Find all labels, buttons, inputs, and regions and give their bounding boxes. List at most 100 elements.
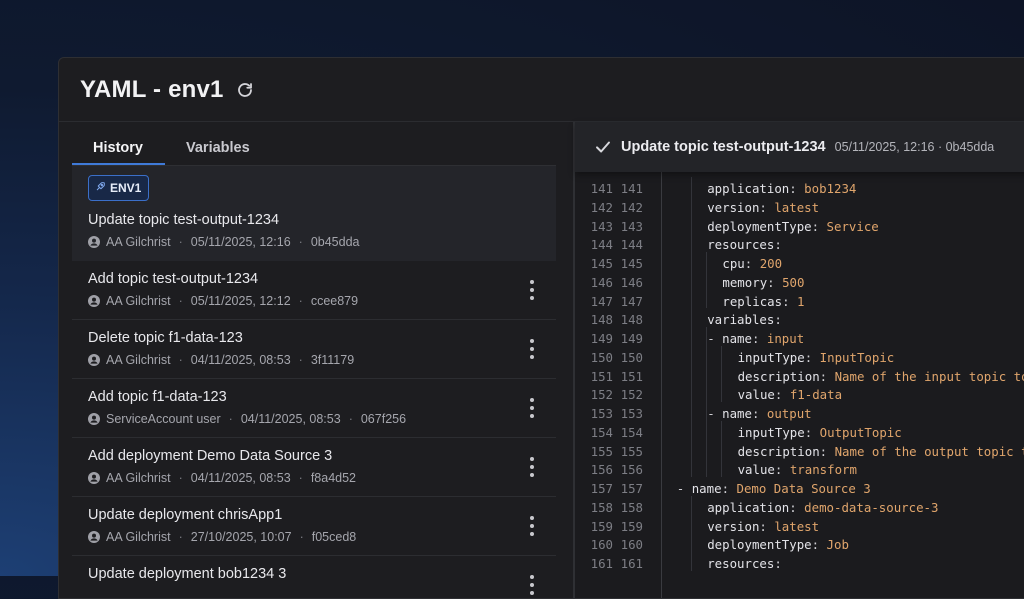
code-line: 150 150 inputType: InputTopic (575, 348, 1024, 367)
more-options-icon[interactable] (528, 339, 536, 359)
code-text: deploymentType: Job (707, 537, 849, 553)
item-meta: ServiceAccount user · 04/11/2025, 08:53 · … (88, 412, 406, 426)
code-text: memory: 500 (722, 274, 805, 290)
yaml-value: Name of the output topic to (827, 443, 1024, 459)
tab-bar: History Variables (72, 122, 556, 166)
line-number-new: 160 (620, 537, 643, 553)
code-line: 156 156 value: transform (575, 460, 1024, 479)
tab-history[interactable]: History (93, 140, 143, 156)
refresh-icon[interactable] (236, 81, 254, 99)
more-options-icon[interactable] (528, 575, 536, 595)
item-hash: 3f11179 (310, 353, 355, 367)
yaml-value: Service (819, 218, 879, 234)
yaml-key: deploymentType (707, 537, 812, 553)
yaml-key: inputType (737, 424, 805, 440)
more-options-icon[interactable] (528, 280, 536, 300)
code-line: 152 152 value: f1-data (575, 385, 1024, 404)
item-meta: AA Gilchrist · 04/11/2025, 08:53 · 3f11179 (88, 353, 354, 367)
yaml-value: 1 (789, 293, 805, 309)
code-text: resources: (707, 556, 782, 571)
yaml-value: OutputTopic (812, 424, 902, 440)
line-number-new: 151 (620, 368, 643, 384)
yaml-value: latest (766, 199, 820, 215)
item-hash: 0b45dda (310, 235, 360, 249)
yaml-value: input (759, 331, 805, 346)
more-options-icon[interactable] (528, 516, 536, 536)
item-author: AA Gilchrist (106, 235, 171, 249)
line-number-new: 161 (620, 556, 643, 571)
code-line: 151 151 description: Name of the input top… (575, 367, 1024, 386)
yaml-value: 500 (774, 274, 805, 290)
yaml-value: latest (766, 518, 820, 534)
user-icon (88, 472, 100, 484)
tab-variables[interactable]: Variables (186, 140, 250, 156)
line-number-new: 143 (620, 218, 643, 234)
item-date: 05/11/2025, 12:12 (190, 294, 291, 308)
code-text: version: latest (707, 199, 820, 215)
code-line: 158 158 application: demo-data-source-3 (575, 498, 1024, 517)
yaml-key: resources (707, 556, 775, 571)
list-item[interactable]: Add deployment Demo Data Source 3 AA Gil… (72, 438, 556, 497)
code-text: - name: output (707, 406, 812, 421)
code-line: 144 144 resources: (575, 235, 1024, 254)
line-number-new: 156 (620, 462, 643, 478)
code-text: description: Name of the input topic to … (738, 367, 1024, 386)
line-number-old: 143 (590, 218, 613, 234)
env-badge-label: ENV1 (110, 181, 142, 195)
code-line: 146 146 memory: 500 (575, 273, 1024, 292)
yaml-key: version (707, 518, 760, 534)
line-number-old: 156 (590, 462, 613, 478)
item-author: AA Gilchrist (106, 530, 171, 544)
yaml-value: 200 (752, 256, 783, 271)
item-hash: 067f256 (360, 412, 407, 426)
yaml-key: description (737, 443, 820, 459)
yaml-key: cpu (722, 256, 745, 271)
item-title: Update topic test-output-1234 (88, 212, 280, 228)
item-date: 27/10/2025, 10:07 (190, 530, 292, 544)
line-number-old: 158 (590, 499, 613, 515)
item-author: AA Gilchrist (106, 294, 171, 308)
code-line: 161 161 resources: (575, 554, 1024, 573)
line-number-new: 148 (620, 312, 643, 328)
page-title: YAML - env1 (80, 75, 224, 103)
list-item[interactable]: Add topic test-output-1234 AA Gilchrist ·… (72, 261, 556, 320)
code-line: 145 145 cpu: 200 (575, 254, 1024, 273)
rocket-icon (95, 179, 106, 197)
line-number-old: 160 (590, 537, 613, 553)
code-line: 149 149 - name: input (575, 329, 1024, 348)
code-line: 141 141 application: bob1234 (575, 179, 1024, 198)
item-title: Add deployment Demo Data Source 3 (88, 448, 333, 464)
yaml-key: resources (707, 237, 775, 253)
line-number-new: 152 (620, 387, 643, 403)
code-text: replicas: 1 (722, 293, 805, 309)
list-item[interactable]: Update deployment bob1234 3 (72, 556, 556, 598)
page-header: YAML - env1 (59, 58, 1024, 122)
user-icon (88, 413, 100, 425)
line-number-new: 145 (620, 256, 643, 271)
code-text: resources: (707, 237, 782, 253)
yaml-key: inputType (737, 349, 805, 365)
code-line: 159 159 version: latest (575, 517, 1024, 536)
yaml-window: YAML - env1 History Variables ENV1 Updat… (58, 57, 1024, 599)
code-text: deploymentType: Service (707, 218, 879, 234)
item-date: 05/11/2025, 12:16 (190, 235, 291, 249)
more-options-icon[interactable] (528, 457, 536, 477)
code-line: 160 160 deploymentType: Job (575, 535, 1024, 554)
yaml-key: replicas (722, 293, 783, 309)
item-hash: f05ced8 (311, 530, 357, 544)
list-item[interactable]: Add topic f1-data-123 ServiceAccount use… (72, 379, 556, 438)
line-number-old: 159 (590, 518, 613, 534)
line-number-old: 149 (590, 331, 613, 346)
commit-meta: 05/11/2025, 12:16 · 0b45dda (834, 140, 995, 154)
list-item[interactable]: Update deployment chrisApp1 AA Gilchrist… (72, 497, 556, 556)
yaml-code-view[interactable]: 141 141 application: bob1234 142 142 version:… (575, 172, 1024, 598)
line-number-new: 158 (620, 499, 643, 515)
line-number-old: 146 (590, 274, 613, 290)
item-date: 04/11/2025, 08:53 (190, 471, 291, 485)
list-item[interactable]: Delete topic f1-data-123 AA Gilchrist · 0… (72, 320, 556, 379)
code-text: application: bob1234 (707, 181, 857, 196)
yaml-key: name (722, 406, 752, 421)
list-item[interactable]: ENV1 Update topic test-output-1234 AA Gi… (72, 166, 556, 261)
item-title: Delete topic f1-data-123 (88, 330, 243, 346)
more-options-icon[interactable] (528, 398, 536, 418)
